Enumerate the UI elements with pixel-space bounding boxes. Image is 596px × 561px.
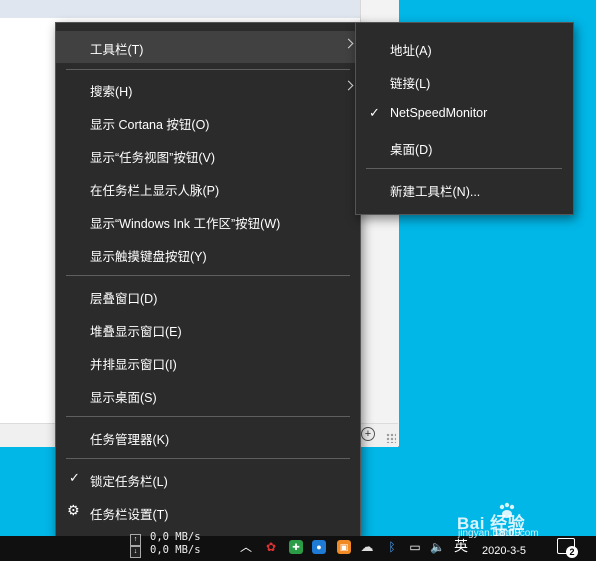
menu-item-label: 锁定任务栏(L)	[90, 475, 168, 489]
menu-item-label: 层叠窗口(D)	[90, 292, 158, 306]
submenu-item-address[interactable]: 地址(A)	[356, 32, 573, 64]
menu-divider	[66, 458, 350, 459]
menu-item-taskbar-settings[interactable]: ⚙ 任务栏设置(T)	[56, 496, 360, 528]
menu-item-label: 地址(A)	[390, 44, 432, 58]
resize-grip-icon[interactable]	[386, 433, 396, 443]
menu-divider	[66, 416, 350, 417]
menu-item-label: 并排显示窗口(I)	[90, 358, 177, 372]
menu-item-label: 显示触摸键盘按钮(Y)	[90, 250, 207, 264]
menu-item-label: 任务管理器(K)	[90, 433, 170, 447]
menu-item-label: 新建工具栏(N)...	[390, 185, 481, 199]
menu-item-task-manager[interactable]: 任务管理器(K)	[56, 421, 360, 453]
ime-indicator[interactable]: 英	[454, 536, 468, 556]
notification-count-badge: 2	[566, 546, 578, 558]
menu-item-search[interactable]: 搜索(H)	[56, 73, 360, 105]
chevron-right-icon	[343, 80, 354, 91]
upload-icon: ↑	[130, 534, 141, 546]
submenu-item-netspeedmonitor[interactable]: ✓ NetSpeedMonitor	[356, 98, 573, 130]
volume-icon[interactable]: 🔈	[430, 540, 445, 554]
net-speed-monitor[interactable]: ↑ 0,0 MB/s ↓ 0,0 MB/s	[128, 531, 248, 561]
menu-item-side-by-side[interactable]: 并排显示窗口(I)	[56, 346, 360, 378]
menu-divider	[66, 275, 350, 276]
menu-item-show-touch-keyboard[interactable]: 显示触摸键盘按钮(Y)	[56, 238, 360, 270]
submenu-item-links[interactable]: 链接(L)	[356, 65, 573, 97]
menu-item-label: 任务栏设置(T)	[90, 508, 169, 522]
cloud-icon[interactable]: ☁	[360, 540, 374, 554]
submenu-item-desktop[interactable]: 桌面(D)	[356, 131, 573, 163]
menu-item-label: 显示“任务视图”按钮(V)	[90, 151, 215, 165]
menu-item-label: 显示“Windows Ink 工作区”按钮(W)	[90, 217, 281, 231]
menu-item-show-windows-ink[interactable]: 显示“Windows Ink 工作区”按钮(W)	[56, 205, 360, 237]
menu-item-lock-taskbar[interactable]: ✓ 锁定任务栏(L)	[56, 463, 360, 495]
menu-divider	[366, 168, 562, 169]
menu-item-label: 堆叠显示窗口(E)	[90, 325, 182, 339]
checkmark-icon: ✓	[369, 105, 380, 120]
menu-item-show-cortana[interactable]: 显示 Cortana 按钮(O)	[56, 106, 360, 138]
gear-icon: ⚙	[67, 502, 80, 518]
checkmark-icon: ✓	[69, 470, 80, 485]
menu-item-cascade-windows[interactable]: 层叠窗口(D)	[56, 280, 360, 312]
menu-item-label: 工具栏(T)	[90, 43, 144, 57]
menu-item-label: 链接(L)	[390, 77, 431, 91]
network-icon[interactable]: ▭	[408, 540, 422, 554]
app-tray-icon[interactable]: ▣	[337, 540, 351, 554]
menu-item-label: NetSpeedMonitor	[390, 106, 488, 120]
submenu-item-new-toolbar[interactable]: 新建工具栏(N)...	[356, 173, 573, 205]
menu-item-toolbars[interactable]: 工具栏(T)	[56, 31, 360, 63]
bluetooth-icon[interactable]: ᛒ	[385, 540, 399, 554]
window-header	[0, 0, 398, 18]
menu-item-show-desktop[interactable]: 显示桌面(S)	[56, 379, 360, 411]
chevron-right-icon	[343, 38, 354, 49]
menu-item-show-people[interactable]: 在任务栏上显示人脉(P)	[56, 172, 360, 204]
clock-time[interactable]: 18:09	[493, 527, 521, 539]
upload-speed: 0,0 MB/s	[150, 531, 201, 543]
menu-divider	[66, 69, 350, 70]
menu-item-label: 在任务栏上显示人脉(P)	[90, 184, 220, 198]
menu-item-stack-windows[interactable]: 堆叠显示窗口(E)	[56, 313, 360, 345]
taskbar-context-menu: 工具栏(T) 搜索(H) 显示 Cortana 按钮(O) 显示“任务视图”按钮…	[55, 22, 361, 538]
chat-tray-icon[interactable]: ●	[312, 540, 326, 554]
menu-item-show-task-view[interactable]: 显示“任务视图”按钮(V)	[56, 139, 360, 171]
menu-item-label: 搜索(H)	[90, 85, 133, 99]
shield-tray-icon[interactable]: ✚	[289, 540, 303, 554]
toolbars-submenu: 地址(A) 链接(L) ✓ NetSpeedMonitor 桌面(D) 新建工具…	[355, 22, 574, 215]
download-icon: ↓	[130, 546, 141, 558]
zoom-in-icon[interactable]: +	[361, 427, 375, 441]
mascot-tray-icon[interactable]: ✿	[264, 540, 278, 554]
menu-item-label: 显示 Cortana 按钮(O)	[90, 118, 210, 132]
menu-item-label: 桌面(D)	[390, 143, 433, 157]
clock-date[interactable]: 2020-3-5	[482, 545, 526, 557]
menu-item-label: 显示桌面(S)	[90, 391, 157, 405]
show-hidden-icons-chevron-icon[interactable]: ︿	[240, 538, 252, 555]
download-speed: 0,0 MB/s	[150, 544, 201, 556]
